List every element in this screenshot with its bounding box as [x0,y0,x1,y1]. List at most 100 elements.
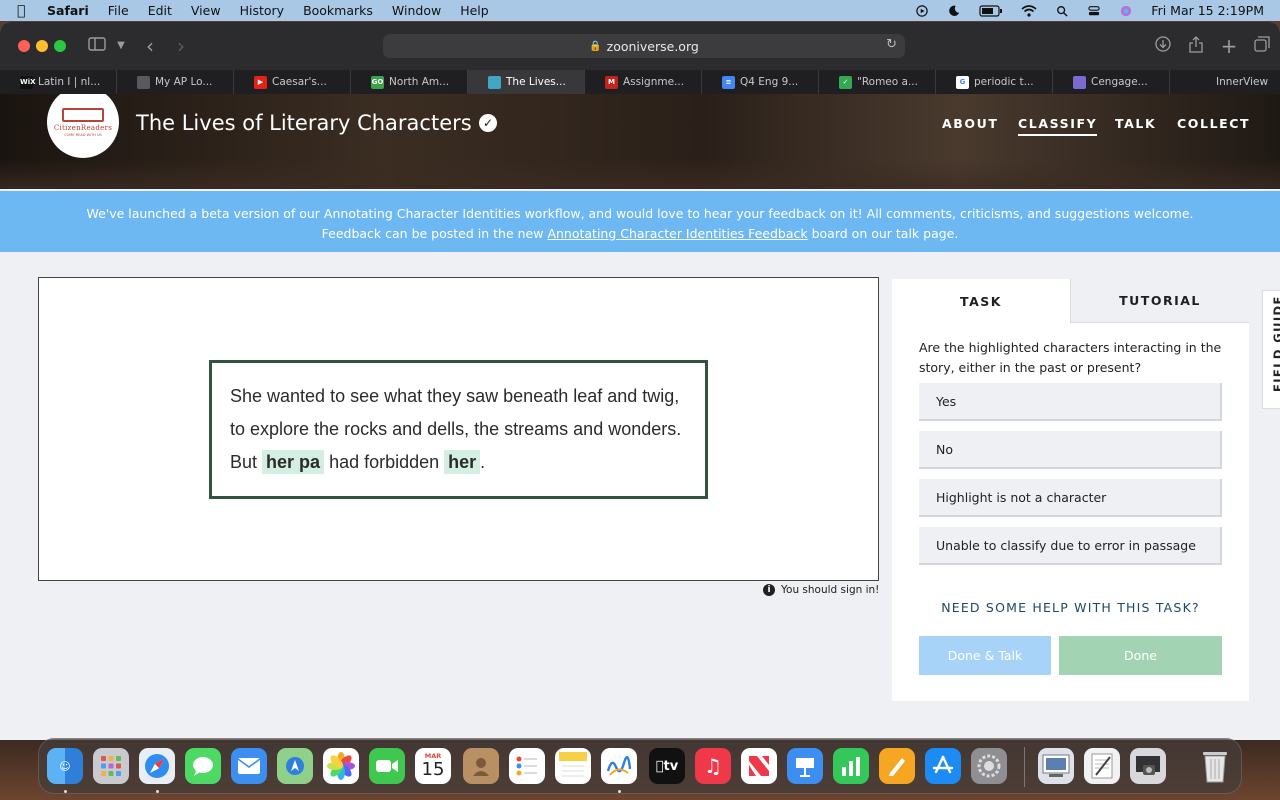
browser-tab[interactable]: ▶ Caesar's... [234,70,351,94]
calendar-day: 15 [421,759,445,780]
feedback-board-link[interactable]: Annotating Character Identities Feedback [547,226,807,241]
numbers-icon[interactable] [833,748,869,784]
menu-bar:  Safari File Edit View History Bookmark… [0,0,1280,21]
app-store-icon[interactable] [925,748,961,784]
forward-button[interactable]: › [170,36,192,56]
zoom-window-button[interactable] [54,40,66,52]
nav-talk[interactable]: TALK [1115,116,1156,132]
sign-in-notice[interactable]: i You should sign in! [763,584,879,596]
minimize-window-button[interactable] [36,40,48,52]
address-bar[interactable]: 🔒 zooniverse.org ↻ [383,34,905,58]
notes-icon[interactable] [555,748,591,784]
siri-icon[interactable] [1119,5,1133,17]
tab-label: My AP Lo... [155,76,213,88]
sidebar-icon[interactable] [86,36,108,56]
task-panel: TASK TUTORIAL Are the highlighted charac… [892,279,1249,701]
done-button[interactable]: Done [1059,636,1222,675]
reminders-icon[interactable] [509,748,545,784]
menu-app-name[interactable]: Safari [47,3,89,18]
menu-bookmarks[interactable]: Bookmarks [303,3,373,18]
wifi-icon[interactable] [1021,4,1037,17]
browser-tab[interactable]: InnerView [1170,70,1280,94]
apple-tv-icon[interactable]: tv [649,748,685,784]
browser-tab[interactable]: Cengage... [1053,70,1170,94]
keynote-icon[interactable] [787,748,823,784]
browser-tab[interactable]: M Assignme... [585,70,702,94]
tab-label: "Romeo a... [857,76,918,88]
subject-viewer[interactable]: She wanted to see what they saw beneath … [38,277,879,581]
safari-icon[interactable] [139,748,175,784]
play-icon[interactable] [915,4,929,17]
menu-help[interactable]: Help [460,3,489,18]
freeform-icon[interactable] [601,748,637,784]
dock-separator [1024,747,1025,787]
browser-tab[interactable]: Gperiodic t... [936,70,1053,94]
tab-task[interactable]: TASK [892,279,1070,323]
menu-file[interactable]: File [108,3,129,18]
maps-icon[interactable] [277,748,313,784]
facetime-icon[interactable] [369,748,405,784]
messages-icon[interactable] [185,748,221,784]
logo-name: CitizenReaders [53,123,113,132]
screenshot-icon[interactable] [1130,748,1166,784]
tab-tutorial[interactable]: TUTORIAL [1070,279,1249,323]
tab-label: Cengage... [1091,76,1148,88]
task-help-link[interactable]: NEED SOME HELP WITH THIS TASK? [892,600,1249,615]
moon-icon[interactable] [947,5,961,17]
share-icon[interactable] [1185,36,1207,56]
project-logo[interactable]: CitizenReaders COME READ WITH US [47,94,119,158]
tab-favicon-icon: ▶ [254,75,267,89]
browser-tab[interactable]: ✓ "Romeo a... [819,70,936,94]
reload-icon[interactable]: ↻ [886,37,897,52]
menu-history[interactable]: History [240,3,284,18]
preview-window-icon[interactable] [1038,748,1074,784]
nav-collect[interactable]: COLLECT [1177,116,1250,132]
nav-classify[interactable]: CLASSIFY [1018,116,1098,136]
header-background [0,159,1280,189]
calendar-icon[interactable]: MAR 15 [415,748,451,784]
finder-icon[interactable]: ☺ [47,748,83,784]
textedit-icon[interactable] [1084,748,1120,784]
banner-line-1: We've launched a beta version of our Ann… [86,206,1194,221]
close-window-button[interactable] [18,40,30,52]
nav-about[interactable]: ABOUT [942,116,999,132]
answer-not-a-character[interactable]: Highlight is not a character [919,479,1222,517]
news-icon[interactable] [741,748,777,784]
answer-no[interactable]: No [919,431,1222,469]
browser-tab[interactable]: ≡ Q4 Eng 9... [702,70,819,94]
browser-tab[interactable]: WiX Latin I | nl... [0,70,117,94]
browser-tab[interactable]: GO North Am... [351,70,468,94]
passage-text: She wanted to see what they saw beneath … [209,360,708,499]
control-center-icon[interactable] [1087,5,1101,17]
field-guide-tab[interactable]: FIELD GUIDE [1262,290,1280,409]
menu-edit[interactable]: Edit [148,3,172,18]
browser-tab[interactable]: The Lives... [468,70,585,94]
mail-icon[interactable] [231,748,267,784]
downloads-icon[interactable] [1152,36,1174,56]
done-and-talk-button[interactable]: Done & Talk [919,636,1051,675]
music-icon[interactable]: ♫ [695,748,731,784]
photos-icon[interactable] [323,748,359,784]
project-title[interactable]: The Lives of Literary Characters [136,111,472,135]
battery-icon[interactable] [979,4,1003,17]
field-guide-label: FIELD GUIDE [1271,295,1280,392]
menu-view[interactable]: View [191,3,221,18]
tab-overview-icon[interactable] [1251,36,1273,56]
menu-window[interactable]: Window [392,3,441,18]
pages-icon[interactable] [879,748,915,784]
menu-clock[interactable]: Fri Mar 15 2:19PM [1151,3,1264,18]
tab-favicon-icon [1073,75,1086,89]
browser-tab[interactable]: My AP Lo... [117,70,234,94]
new-tab-icon[interactable]: + [1218,36,1240,56]
answer-unable-to-classify[interactable]: Unable to classify due to error in passa… [919,527,1222,565]
system-settings-icon[interactable] [971,748,1007,784]
trash-icon[interactable] [1197,748,1233,784]
apple-icon[interactable]:  [17,3,33,19]
contacts-icon[interactable] [463,748,499,784]
back-button[interactable]: ‹ [139,36,161,56]
spotlight-search-icon[interactable] [1055,5,1069,17]
launchpad-icon[interactable] [93,748,129,784]
tab-bar: WiX Latin I | nl... My AP Lo... ▶ Caesar's..… [0,70,1280,94]
answer-yes[interactable]: Yes [919,383,1222,421]
chevron-down-icon[interactable]: ▼ [110,36,132,56]
